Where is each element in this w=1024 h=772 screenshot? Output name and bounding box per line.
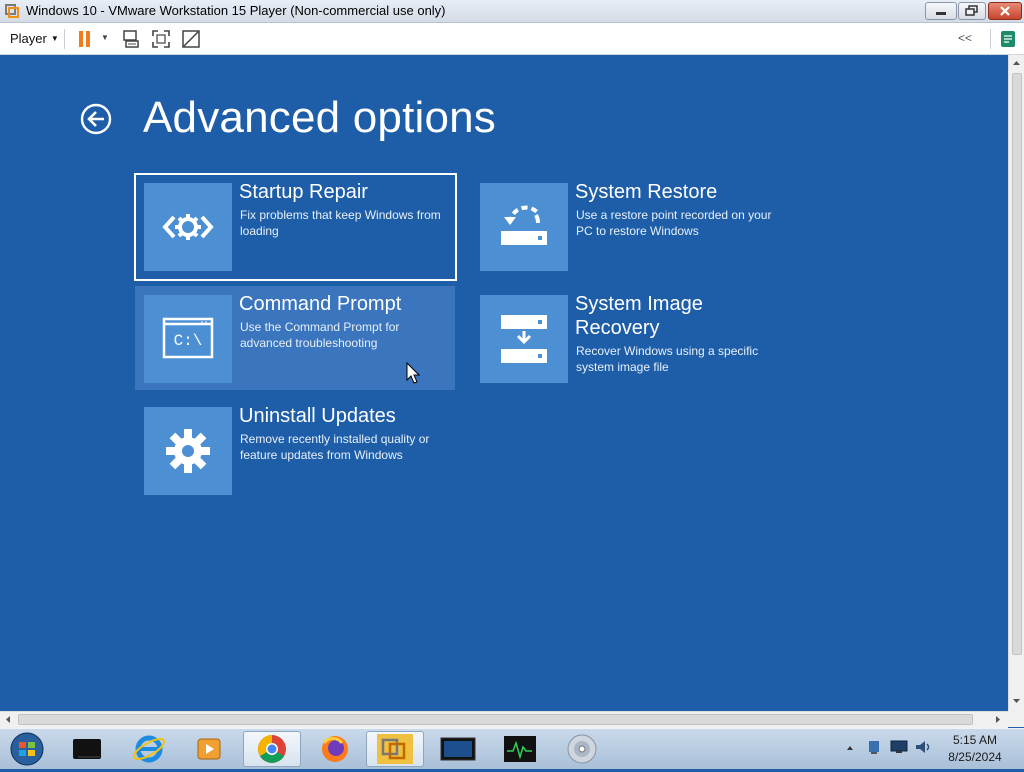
player-menu-label: Player [10,31,47,46]
system-image-recovery-icon [480,295,568,383]
tile-system-restore[interactable]: System Restore Use a restore point recor… [470,173,790,277]
tile-title: Uninstall Updates [239,405,396,427]
media-player-icon [197,738,221,760]
taskbar: 5:15 AM 8/25/2024 [0,728,1024,769]
vmware-logo-icon [4,3,20,19]
screen-icon [440,737,476,761]
minimize-button[interactable] [925,2,957,20]
startup-repair-icon [144,183,232,271]
clock-time[interactable]: 5:15 AM [945,733,1005,747]
player-toolbar: Player ▼ ▼ << [0,23,1024,55]
back-arrow-icon [80,103,112,135]
vertical-scroll-thumb[interactable] [1012,73,1022,655]
full-screen-button[interactable] [150,28,172,50]
taskbar-app-internet-explorer[interactable] [120,731,178,767]
mouse-cursor-icon [406,362,420,384]
notes-icon [1001,31,1015,47]
horizontal-scroll-thumb[interactable] [18,714,973,725]
vm-display[interactable]: Advanced options Startup Repair Fix prob… [0,55,1008,711]
activity-monitor-icon [504,736,536,762]
collapse-toolbar-button[interactable]: << [958,31,972,45]
pause-dropdown-icon[interactable]: ▼ [101,33,109,42]
chevron-down-icon: ▼ [50,34,59,43]
volume-icon[interactable] [914,739,932,755]
toolbar-divider [990,29,991,49]
scrollbar-corner [1008,711,1024,727]
display-icon[interactable] [890,740,908,754]
tile-startup-repair[interactable]: Startup Repair Fix problems that keep Wi… [134,173,457,281]
close-button[interactable] [988,2,1022,20]
show-hidden-icons-chevron[interactable] [845,743,855,753]
window-title: Windows 10 - VMware Workstation 15 Playe… [26,3,446,18]
firefox-icon [322,736,348,762]
gear-icon [144,407,232,495]
horizontal-scrollbar[interactable] [0,711,1008,728]
internet-explorer-icon [132,735,166,763]
unity-icon [182,30,200,48]
minimize-icon [936,12,946,15]
tile-title: Startup Repair [239,181,368,203]
toolbar-divider [64,29,65,49]
tile-description: Use a restore point recorded on your PC … [576,208,772,238]
notes-button[interactable] [997,28,1019,50]
disc-icon [567,734,597,764]
tile-description: Remove recently installed quality or fea… [240,432,430,462]
taskbar-app-vmware[interactable] [366,731,424,767]
command-prompt-icon: C:\ [144,295,232,383]
pause-icon [79,31,90,47]
send-ctrl-alt-del-icon [123,30,139,48]
scroll-left-icon[interactable] [4,715,12,724]
system-restore-icon [480,183,568,271]
taskbar-app-firefox[interactable] [306,731,364,767]
scroll-right-icon[interactable] [994,715,1002,724]
start-button[interactable] [2,731,52,767]
back-button[interactable] [80,103,112,135]
tile-title: System Restore [575,181,718,203]
page-title: Advanced options [143,93,497,142]
tile-description: Recover Windows using a specific system … [576,344,759,374]
vmware-icon [377,734,413,764]
command-prompt-icon-text: C:\ [174,332,203,350]
taskbar-app-screen[interactable] [429,731,487,767]
title-bar: Windows 10 - VMware Workstation 15 Playe… [0,0,1024,23]
tile-title: Command Prompt [239,293,402,315]
vertical-scrollbar[interactable] [1008,55,1024,711]
clock-date[interactable]: 8/25/2024 [940,750,1010,764]
chrome-icon [258,735,286,763]
tile-description: Fix problems that keep Windows from load… [240,208,441,238]
full-screen-icon [152,30,170,48]
pause-button[interactable] [74,28,96,50]
taskbar-app-media-player[interactable] [180,731,238,767]
send-ctrl-alt-del-button[interactable] [120,28,142,50]
tile-uninstall-updates[interactable]: Uninstall Updates Remove recently instal… [134,397,454,501]
terminal-icon [73,739,101,759]
network-icon[interactable] [866,739,882,755]
tile-description: Use the Command Prompt for advanced trou… [240,320,400,350]
taskbar-app-chrome[interactable] [243,731,301,767]
tile-system-image-recovery[interactable]: System Image Recovery Recover Windows us… [470,285,790,389]
player-menu-button[interactable]: Player ▼ [10,31,59,46]
scroll-down-icon[interactable] [1012,697,1021,705]
close-icon [1000,6,1010,16]
restore-icon [965,5,978,16]
unity-button[interactable] [180,28,202,50]
start-orb-icon [10,732,44,766]
taskbar-app-activity-monitor[interactable] [491,731,549,767]
taskbar-app-disc[interactable] [553,731,611,767]
taskbar-app-terminal[interactable] [58,731,116,767]
scroll-up-icon[interactable] [1012,59,1021,67]
restore-button[interactable] [958,2,986,20]
tile-title: System Image Recovery [575,293,703,339]
